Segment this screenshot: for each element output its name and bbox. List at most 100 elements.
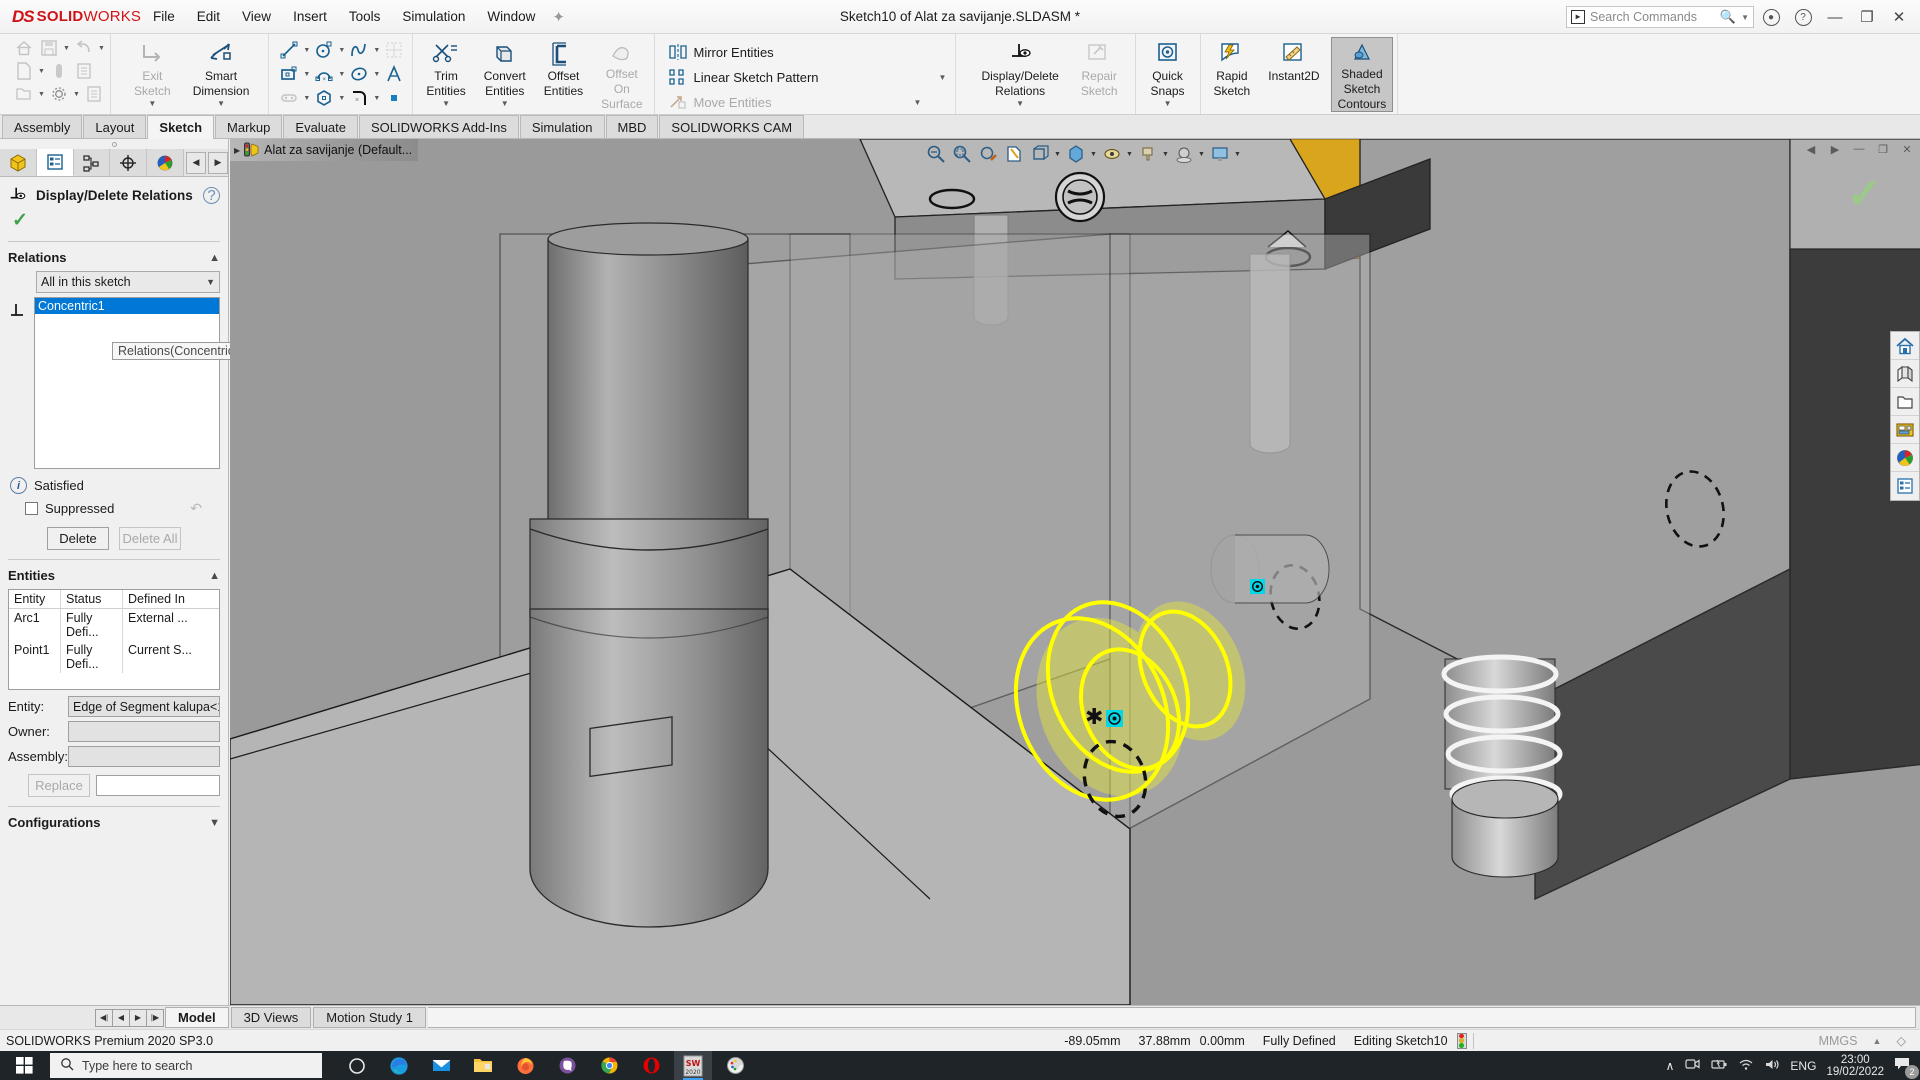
view-orientation-icon[interactable]: [1028, 142, 1052, 166]
point-button[interactable]: [382, 88, 406, 109]
menu-file[interactable]: File: [142, 5, 186, 28]
new-document-button[interactable]: [12, 61, 36, 82]
restore-button[interactable]: ❐: [1852, 4, 1882, 30]
manager-tab-prev[interactable]: ◀: [186, 151, 206, 174]
relation-item-concentric1[interactable]: Concentric1: [35, 298, 219, 314]
account-button[interactable]: ●: [1756, 4, 1786, 30]
trim-entities-button[interactable]: Trim Entities: [419, 37, 472, 99]
grid-snap-button[interactable]: [382, 40, 406, 61]
tray-clock[interactable]: 23:00 19/02/2022: [1826, 1054, 1884, 1078]
opera-icon[interactable]: [632, 1051, 670, 1080]
view-orientation-caret[interactable]: ▼: [1054, 151, 1062, 158]
tab-layout[interactable]: Layout: [83, 115, 147, 138]
save-button[interactable]: [37, 38, 61, 59]
confirmation-corner-check[interactable]: ✓: [1847, 173, 1882, 215]
view-home-icon[interactable]: [1891, 332, 1919, 360]
customize-list-button[interactable]: [82, 84, 106, 105]
chevron-down-icon[interactable]: ▼: [1741, 13, 1749, 22]
view-folder-icon[interactable]: [1891, 388, 1919, 416]
text-button[interactable]: [382, 64, 406, 85]
close-button[interactable]: ✕: [1884, 4, 1914, 30]
rapid-sketch-button[interactable]: Rapid Sketch: [1207, 37, 1258, 99]
options-list-button[interactable]: [72, 61, 96, 82]
tab-simulation[interactable]: Simulation: [519, 115, 605, 138]
open-dropdown-caret[interactable]: ▼: [37, 91, 46, 98]
graphics-viewport[interactable]: ✱ Y X Z: [230, 139, 1920, 1005]
tab-model[interactable]: Model: [165, 1007, 229, 1028]
tab-solidworks-add-ins[interactable]: SOLIDWORKS Add-Ins: [359, 115, 519, 138]
battery-icon[interactable]: [1710, 1058, 1728, 1074]
appearance-sphere-icon[interactable]: [1891, 444, 1919, 472]
instant2d-button[interactable]: Instant2D: [1261, 37, 1326, 84]
offset-on-surface-button[interactable]: Offset On Surface: [594, 37, 649, 112]
status-units-caret[interactable]: ▲: [1866, 1036, 1887, 1046]
undo-button[interactable]: [72, 38, 96, 59]
smart-dimension-caret[interactable]: ▼: [217, 99, 225, 108]
spline-button[interactable]: [347, 40, 371, 61]
linear-pattern-caret[interactable]: ▼: [939, 73, 947, 82]
rectangle-caret[interactable]: ▼: [302, 71, 311, 78]
display-style-icon[interactable]: [1064, 142, 1088, 166]
notification-center-icon[interactable]: 2: [1894, 1056, 1919, 1079]
windows-start-icon[interactable]: [0, 1051, 48, 1080]
relations-section-header[interactable]: Relations ▲: [0, 245, 228, 269]
mail-icon[interactable]: [422, 1051, 460, 1080]
file-explorer-icon[interactable]: [464, 1051, 502, 1080]
table-row[interactable]: Arc1 Fully Defi... External ...: [9, 609, 219, 641]
exit-sketch-button[interactable]: Exit Sketch: [127, 37, 178, 99]
quick-snaps-caret[interactable]: ▼: [1164, 99, 1172, 108]
save-dropdown-caret[interactable]: ▼: [62, 45, 71, 52]
status-units[interactable]: MMGS: [1810, 1034, 1867, 1048]
tab-first-button[interactable]: ◀|: [95, 1008, 113, 1027]
slot-button[interactable]: [277, 88, 301, 109]
tab-next-button[interactable]: ▶: [129, 1008, 147, 1027]
zoom-to-fit-icon[interactable]: [924, 142, 948, 166]
pin-icon[interactable]: ✦: [552, 8, 565, 26]
paint-icon[interactable]: [716, 1051, 754, 1080]
assembly-field-value[interactable]: [68, 746, 220, 767]
view-orientation-icon[interactable]: [1891, 360, 1919, 388]
hide-show-icon[interactable]: [1100, 142, 1124, 166]
move-entities-caret[interactable]: ▼: [914, 98, 922, 107]
tab-motion-study-1[interactable]: Motion Study 1: [313, 1007, 426, 1028]
menu-window[interactable]: Window: [476, 5, 546, 28]
repair-sketch-button[interactable]: Repair Sketch: [1074, 37, 1125, 99]
entity-field-value[interactable]: Edge of Segment kalupa<1>: [68, 696, 220, 717]
undo-icon[interactable]: ↶: [190, 500, 220, 517]
spline-caret[interactable]: ▼: [372, 47, 381, 54]
line-button[interactable]: [277, 40, 301, 61]
solidworks-2020-icon[interactable]: SW 2020: [674, 1051, 712, 1080]
section-view-icon[interactable]: [1002, 142, 1026, 166]
microsoft-edge-icon[interactable]: [380, 1051, 418, 1080]
chevron-down-icon[interactable]: ▼: [209, 817, 220, 829]
new-dropdown-caret[interactable]: ▼: [37, 68, 46, 75]
entities-table[interactable]: Entity Status Defined In Arc1 Fully Defi…: [8, 589, 220, 690]
fillet-caret[interactable]: ▼: [372, 95, 381, 102]
settings-dropdown-caret[interactable]: ▼: [72, 91, 81, 98]
tray-language[interactable]: ENG: [1790, 1059, 1816, 1073]
previous-view-icon[interactable]: [976, 142, 1000, 166]
tray-chevron-icon[interactable]: ∧: [1666, 1059, 1675, 1073]
delete-button[interactable]: Delete: [47, 527, 109, 550]
move-entities-button[interactable]: Move Entities ▼: [663, 90, 952, 114]
help-icon[interactable]: ?: [203, 186, 220, 204]
relations-list[interactable]: Concentric1: [34, 297, 220, 469]
display-delete-relations-button[interactable]: Display/Delete Relations: [974, 37, 1065, 99]
line-caret[interactable]: ▼: [302, 47, 311, 54]
shaded-sketch-contours-button[interactable]: Shaded Sketch Contours: [1330, 37, 1394, 112]
chevron-down-icon[interactable]: ▼: [206, 277, 215, 287]
suppressed-checkbox[interactable]: [25, 502, 38, 515]
entities-section-header[interactable]: Entities ▲: [0, 563, 228, 587]
ok-check-icon[interactable]: ✓: [12, 210, 28, 231]
home-button[interactable]: [12, 38, 36, 59]
tab-evaluate[interactable]: Evaluate: [283, 115, 358, 138]
replace-input[interactable]: [96, 775, 220, 796]
smart-dimension-button[interactable]: Smart Dimension: [186, 37, 257, 99]
minimize-button[interactable]: —: [1820, 4, 1850, 30]
menu-tools[interactable]: Tools: [338, 5, 392, 28]
viewport-prev-button[interactable]: ◀: [1802, 141, 1820, 157]
tab-prev-button[interactable]: ◀: [112, 1008, 130, 1027]
sketch-fillet-button[interactable]: ×: [347, 88, 371, 109]
edit-appearance-caret[interactable]: ▼: [1162, 151, 1170, 158]
panel-splitter[interactable]: [0, 139, 228, 149]
